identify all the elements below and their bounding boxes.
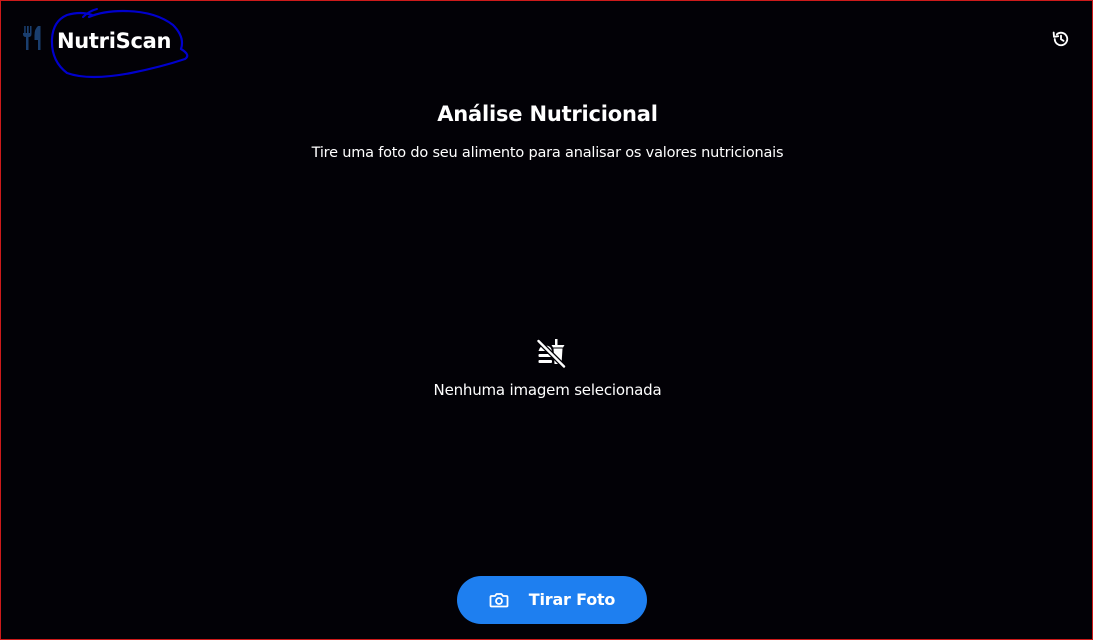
- restaurant-icon: [23, 26, 41, 50]
- camera-icon: [489, 593, 509, 608]
- app-window: NutriScan Análise Nutricional Tire uma f…: [0, 0, 1093, 640]
- no-food-icon: [537, 338, 567, 368]
- page-title: Análise Nutricional: [437, 102, 658, 126]
- take-photo-label: Tirar Foto: [528, 590, 616, 609]
- empty-state-text: Nenhuma imagem selecionada: [433, 381, 662, 399]
- page-subtitle: Tire uma foto do seu alimento para anali…: [311, 145, 784, 161]
- take-photo-button[interactable]: Tirar Foto: [457, 576, 647, 624]
- history-button[interactable]: [1050, 28, 1072, 50]
- app-title: NutriScan: [57, 29, 172, 53]
- history-icon: [1052, 31, 1069, 47]
